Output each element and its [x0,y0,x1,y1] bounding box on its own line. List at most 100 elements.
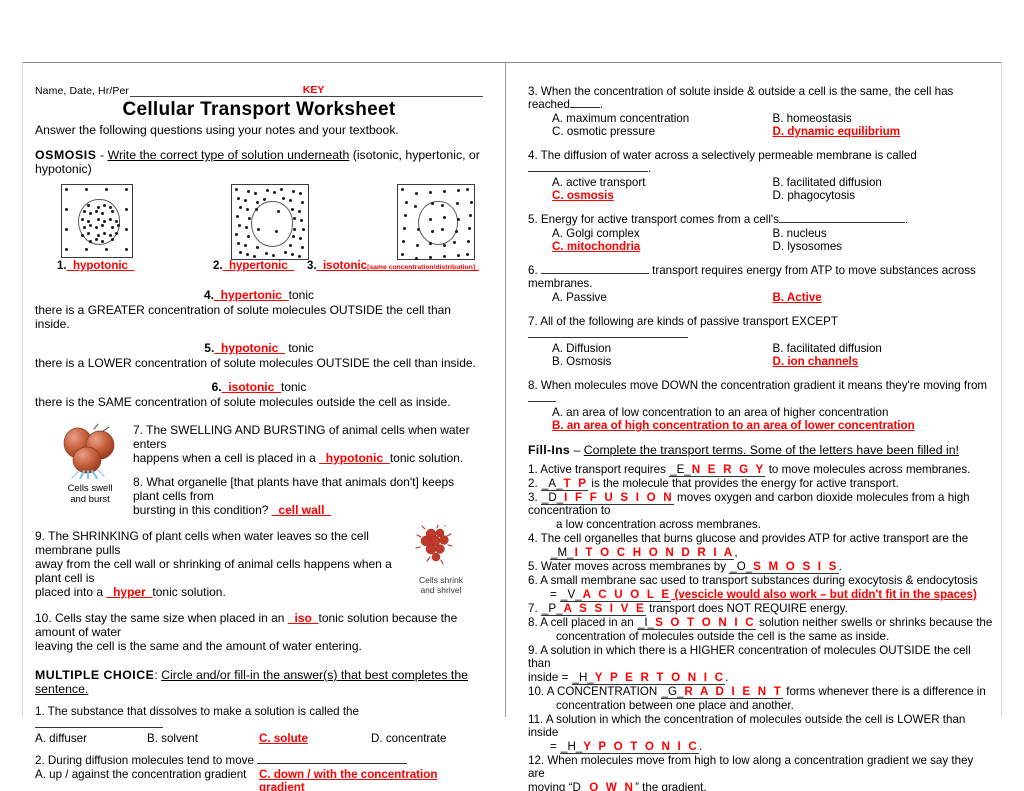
solute-dot [255,208,258,211]
diagram-answer: _hypotonic_ [66,260,135,272]
solute-dot [89,212,92,215]
mc-question-8: 8. When molecules move DOWN the concentr… [528,379,993,432]
option-row: A. maximum concentration B. homeostasis [528,112,993,125]
fill-in-given-letter: _A_ [540,477,564,491]
statement-body: there is a LOWER concentration of solute… [35,356,476,370]
solute-dot [441,228,444,231]
option-c[interactable]: C. osmosis [528,189,773,202]
fill-in-answer: Y P O T O N I C [583,740,699,754]
fill-in-text-end: forms whenever there is a difference in [783,685,986,698]
fill-in-text: 9. A solution in which there is a HIGHER… [528,644,971,670]
diagram-number: 2. [213,260,223,272]
fill-in-continuation: concentration of molecules outside the c… [556,630,890,643]
solute-dot [415,192,418,195]
option-a[interactable]: A. active transport [528,176,773,189]
solute-dot [470,201,473,204]
q10-line1: 10. Cells stay the same size when placed… [35,611,288,625]
question-stem: 5. Energy for active transport comes fro… [528,213,993,226]
osmosis-diagram-labels: 1._hypotonic_ 2._hypertonic_ 3._isotonic… [35,260,483,278]
option-a[interactable]: A. Diffusion [528,342,773,355]
solute-dot [236,215,239,218]
fill-in-text-end: , [734,546,738,559]
fill-in-text-end: solution neither swells or shrinks becau… [755,616,993,629]
option-c[interactable]: C. mitochondria [528,240,773,253]
solute-dot [456,202,459,205]
solute-dot [289,199,292,202]
solute-dot [429,256,432,259]
statement-6: 6._isotonic_tonic there is the SAME conc… [35,380,483,409]
stem-end: . [648,162,652,175]
solute-dot [115,232,118,235]
fill-in-text: 10. A CONCENTRATION [528,685,661,698]
option-b[interactable]: B. solvent [147,732,259,745]
stem-text: 2. During diffusion molecules tend to mo… [35,754,254,767]
fill-in-given-letter: _D_ [540,491,565,505]
option-a[interactable]: A. maximum concentration [528,112,773,125]
option-row: A. Golgi complex B. nucleus [528,227,993,240]
fill-in-text: = [550,740,560,753]
option-c[interactable]: C. solute [259,732,371,745]
option-b[interactable]: B. homeostasis [773,112,994,125]
solute-dot [109,218,112,221]
diagram-label-3: 3._isotonic[same concentration/distribut… [307,260,479,272]
option-d[interactable]: D. phagocytosis [773,189,994,202]
option-d[interactable]: D. ion channels [773,355,994,368]
solute-dot [282,197,285,200]
fill-in-item: moving “D_O W N” the gradient. [528,781,993,791]
name-date-blank: KEY [130,84,483,97]
fill-in-answer: A C U O L E [582,588,672,602]
option-c[interactable]: C. osmotic pressure [528,125,773,138]
solute-dot [298,210,301,213]
solute-dot [254,192,257,195]
solute-dot [277,210,280,213]
solute-dot [414,205,417,208]
solute-dot [417,228,420,231]
q9-tail: tonic solution. [152,585,226,599]
stem-text: 7. All of the following are kinds of pas… [528,315,838,328]
option-b[interactable]: B. Active [773,291,994,304]
cells-shrink-figure: Cells shrink and shrivel [401,524,481,595]
solute-dot [272,254,275,257]
statement-5: 5._hypotonic_ tonic there is a LOWER con… [35,341,483,370]
option-a[interactable]: A. up / against the concentration gradie… [35,768,259,791]
fill-in-item: = _V_A C U O L E (vescicle would also wo… [528,588,993,602]
option-b2[interactable]: B. Osmosis [528,355,773,368]
option-d[interactable]: D. dynamic equilibrium [773,125,994,138]
solute-dot [239,251,242,254]
option-c[interactable]: C. down / with the concentration gradien… [259,768,483,791]
fill-in-answer: S M O S I S [753,560,839,574]
option-b[interactable]: B. facilitated diffusion [773,176,994,189]
fill-in-answer: N E R G Y [691,463,766,477]
page-title: Cellular Transport Worksheet [122,99,396,120]
osmosis-diagrams [35,182,483,260]
fill-in-item: 1. Active transport requires _E_N E R G … [528,463,993,477]
fill-in-given-letter: _P_ [540,602,564,616]
option-row: A. diffuser B. solvent C. solute D. conc… [35,732,483,745]
fill-in-answer: R A D I E N T [684,685,784,699]
osmosis-instruction: Write the correct type of solution under… [107,148,350,162]
column-divider [505,63,506,717]
statement-answer: _isotonic_ [221,380,281,394]
diagram-note: [same concentration/distribution]_ [367,264,479,271]
option-d[interactable]: D. lysosomes [773,240,994,253]
solute-dot [85,248,88,251]
answer-blank [528,171,648,172]
question-stem: 4. The diffusion of water across a selec… [528,149,993,175]
solute-dot [101,212,104,215]
option-b[interactable]: B. nucleus [773,227,994,240]
solute-dot [273,191,276,194]
option-a[interactable]: A. Golgi complex [528,227,773,240]
option-a[interactable]: A. Passive [528,291,773,304]
option-a[interactable]: A. an area of low concentration to an ar… [528,406,993,419]
fill-in-text: 6. A small membrane sac used to transpor… [528,574,978,587]
solute-dot [289,244,292,247]
osmosis-label: OSMOSIS [35,148,97,162]
option-d[interactable]: D. concentrate [371,732,483,745]
solute-dot [469,214,472,217]
fill-in-continuation: concentration between one place and anot… [556,699,794,712]
option-b[interactable]: B. an area of high concentration to an a… [528,419,993,432]
fill-in-text-end: . [698,740,703,753]
solute-dot [89,240,92,243]
option-b[interactable]: B. facilitated diffusion [773,342,994,355]
option-a[interactable]: A. diffuser [35,732,147,745]
